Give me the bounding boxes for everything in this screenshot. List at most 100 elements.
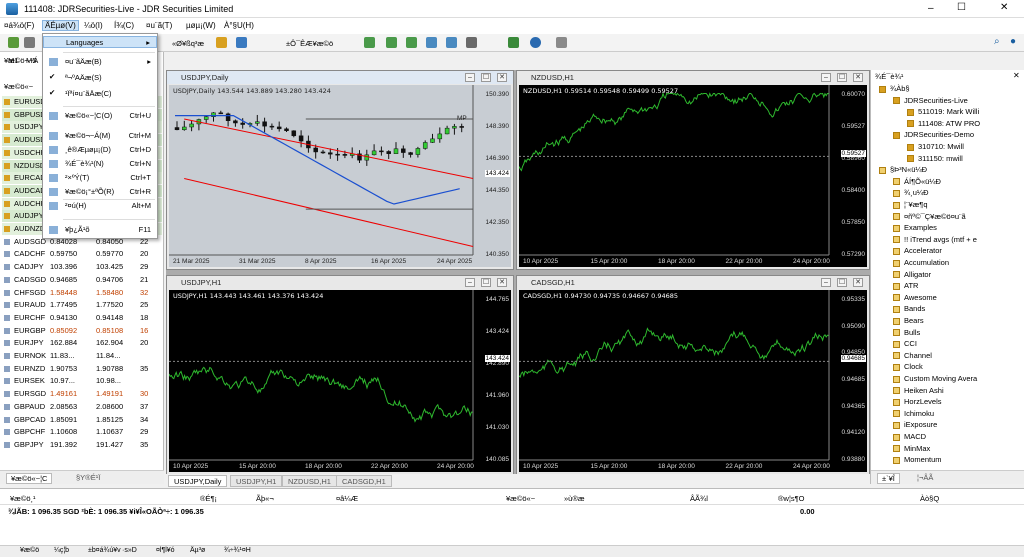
navigator-item[interactable]: ¾Àb§	[879, 84, 910, 95]
navigator-item[interactable]: Channel	[893, 351, 932, 362]
terminal-column-header[interactable]: ÂÃ¾l	[690, 494, 708, 503]
terminal-column-header[interactable]: »ù®æ	[564, 494, 585, 503]
chart-window-title[interactable]: NZDUSD,H1	[517, 71, 869, 84]
bar-chart-icon[interactable]	[364, 37, 375, 48]
tab-symbols[interactable]: ¥æ©ö«~¦C	[6, 473, 53, 484]
navigator-item[interactable]: Accumulation	[893, 258, 949, 269]
view-menu-item[interactable]: ¾É¯è¾¹(N) Ctrl+N	[43, 158, 157, 170]
market-row[interactable]: GBPCAD 1.85091 1.85125 34	[2, 414, 162, 426]
navigator-item[interactable]: Clock	[893, 362, 923, 373]
navigator-item[interactable]: Custom Moving Avera	[893, 374, 977, 385]
view-menu-item[interactable]: ¥þ¿Ã¹õ F11	[43, 224, 157, 236]
zoom-in-icon[interactable]	[426, 37, 437, 48]
market-row[interactable]: EURGBP 0.85092 0.85108 16	[2, 325, 162, 337]
navigator-item[interactable]: iExposure	[893, 420, 937, 431]
tab-chart-usdjpy-h1[interactable]: USDJPY,H1	[230, 475, 283, 487]
navigator-item[interactable]: Heiken Ashi	[893, 386, 944, 397]
market-row[interactable]: EURSEK 10.97... 10.98...	[2, 375, 162, 387]
market-row[interactable]: GBPAUD 2.08563 2.08600 37	[2, 401, 162, 413]
menu-view[interactable]: ÄÉµø(V)	[42, 20, 79, 31]
navigator-item[interactable]: JDRSecurities-Demo	[893, 130, 974, 141]
minimize-icon[interactable]: –	[465, 278, 475, 287]
indicators-icon[interactable]	[508, 37, 519, 48]
tab-favorites[interactable]: ¦¬ÂÃ	[917, 473, 933, 482]
maximize-button[interactable]: ☐	[957, 2, 966, 13]
market-row[interactable]: EURSGD 1.49161 1.49191 30	[2, 388, 162, 400]
view-menu-item[interactable]: ¸ê®Æµøµ¡(D) Ctrl+D	[43, 144, 157, 156]
terminal-tab[interactable]: ¾÷¾¹¤H	[224, 547, 251, 554]
market-row[interactable]: EURJPY 162.884 162.904 20	[2, 337, 162, 349]
terminal-column-header[interactable]: ¥æ©ö¸¹	[10, 494, 36, 503]
navigator-item[interactable]: ATR	[893, 281, 918, 292]
data-window-icon[interactable]	[236, 37, 247, 48]
market-row[interactable]: CHFSGD 1.58448 1.58480 32	[2, 287, 162, 299]
terminal-column-header[interactable]: ¤â¼Æ	[336, 494, 358, 503]
view-menu-item[interactable]: ¤u¨ãÄæ(B) ▸	[43, 56, 157, 68]
view-menu-item[interactable]: ✔ ¹Ïªí¤u¨ãÄæ(C)	[43, 88, 157, 100]
menu-tools[interactable]: ¤u¨ã(T)	[146, 21, 172, 30]
market-row[interactable]: GBPCHF 1.10608 1.10637 29	[2, 426, 162, 438]
chart-window-usdjpy-h1[interactable]: USDJPY,H1– ☐ ✕ USDJPY,H1 143.443 143.461 14…	[166, 275, 514, 475]
navigator-item[interactable]: ¦¨¥æ¶q	[893, 200, 928, 211]
tab-m5[interactable]: M5	[26, 56, 36, 65]
navigator-item[interactable]: 511019: Mark Willi	[907, 107, 979, 118]
terminal-tab[interactable]: ¥æ©ö	[20, 547, 39, 554]
navigator-item[interactable]: MACD	[893, 432, 926, 443]
account-icon[interactable]: ●	[1010, 36, 1016, 47]
navigator-item[interactable]: Momentum	[893, 455, 942, 466]
maximize-icon[interactable]: ☐	[837, 278, 847, 287]
navigator-item[interactable]: Awesome	[893, 293, 937, 304]
terminal-column-header[interactable]: ®É¶¡	[200, 494, 217, 503]
navigator-item[interactable]: Bears	[893, 316, 924, 327]
chart-window-title[interactable]: USDJPY,H1	[167, 276, 513, 289]
profiles-icon[interactable]	[24, 37, 35, 48]
minimize-icon[interactable]: –	[465, 73, 475, 82]
chart-window-title[interactable]: CADSGD,H1	[517, 276, 869, 289]
navigator-item[interactable]: Examples	[893, 223, 937, 234]
terminal-tab[interactable]: ·s»D	[122, 547, 137, 554]
tab-common[interactable]: ±`¥Î	[877, 473, 900, 484]
terminal-column-header[interactable]: Àò§Q	[920, 494, 939, 503]
market-row[interactable]: EURAUD 1.77495 1.77520 25	[2, 299, 162, 311]
market-row[interactable]: CADJPY 103.396 103.425 29	[2, 261, 162, 273]
view-menu-item[interactable]: ²×ºÝ(T) Ctrl+T	[43, 172, 157, 184]
chart-window-title[interactable]: USDJPY,Daily	[167, 71, 513, 84]
navigator-item[interactable]: ¤ñº©¯Ç¥æ©ö¤u¨ã	[893, 212, 966, 223]
navigator-item[interactable]: ÁÍ¶Õ«ü¼Ð	[893, 177, 941, 188]
templates-icon[interactable]	[556, 37, 567, 48]
market-row[interactable]: CADSGD 0.94685 0.94706 21	[2, 274, 162, 286]
menu-file[interactable]: ¤á¾ö(F)	[4, 21, 34, 30]
tab-chart-cadsgd-h1[interactable]: CADSGD,H1	[336, 475, 392, 487]
minimize-icon[interactable]: –	[821, 278, 831, 287]
view-menu-item[interactable]: ²¤ú(H) Alt+M	[43, 200, 157, 212]
view-menu-item[interactable]: ¥æ©ö¬~Á(M) Ctrl+M	[43, 130, 157, 142]
view-menu-item[interactable]: Languages ▸	[43, 36, 157, 48]
view-menu-item[interactable]: ¥æ©ö«~¦C(O) Ctrl+U	[43, 110, 157, 122]
navigator-item[interactable]: 311150: mwill	[907, 154, 963, 165]
navigator-item[interactable]: HorzLevels	[893, 397, 942, 408]
minimize-button[interactable]: –	[928, 3, 934, 14]
chart-plot[interactable]: USDJPY,H1 143.443 143.461 143.376 143.42…	[169, 290, 511, 472]
tab-m1[interactable]: M1	[8, 56, 18, 65]
zoom-out-icon[interactable]	[446, 37, 457, 48]
terminal-tab[interactable]: ¼ç¦b	[54, 547, 69, 554]
tab-chart-nzdusd-h1[interactable]: NZDUSD,H1	[282, 475, 337, 487]
market-row[interactable]: CADCHF 0.59750 0.59770 20	[2, 248, 162, 260]
terminal-tab[interactable]: Äµ³ø	[190, 547, 205, 554]
terminal-column-header[interactable]: Ãþ«¬	[256, 494, 274, 503]
candle-chart-icon[interactable]	[386, 37, 397, 48]
close-button[interactable]: ✕	[1000, 2, 1008, 13]
navigator-item[interactable]: CCI	[893, 339, 917, 350]
market-row[interactable]: EURNZD 1.90753 1.90788 35	[2, 363, 162, 375]
market-row[interactable]: GBPJPY 191.392 191.427 35	[2, 439, 162, 451]
new-order-button[interactable]: «Ø¥ß­q³æ	[172, 39, 204, 48]
search-icon[interactable]: ⌕	[994, 36, 1000, 47]
minimize-icon[interactable]: –	[821, 73, 831, 82]
menu-window[interactable]: µøµ¡(W)	[186, 21, 216, 30]
navigator-item[interactable]: MinMax	[893, 444, 930, 455]
maximize-icon[interactable]: ☐	[481, 73, 491, 82]
close-icon[interactable]: ✕	[497, 73, 507, 82]
menu-insert[interactable]: ¼ö(I)	[84, 21, 103, 30]
navigator-item[interactable]: Bulls	[893, 328, 920, 339]
navigator-item[interactable]: Accelerator	[893, 246, 942, 257]
